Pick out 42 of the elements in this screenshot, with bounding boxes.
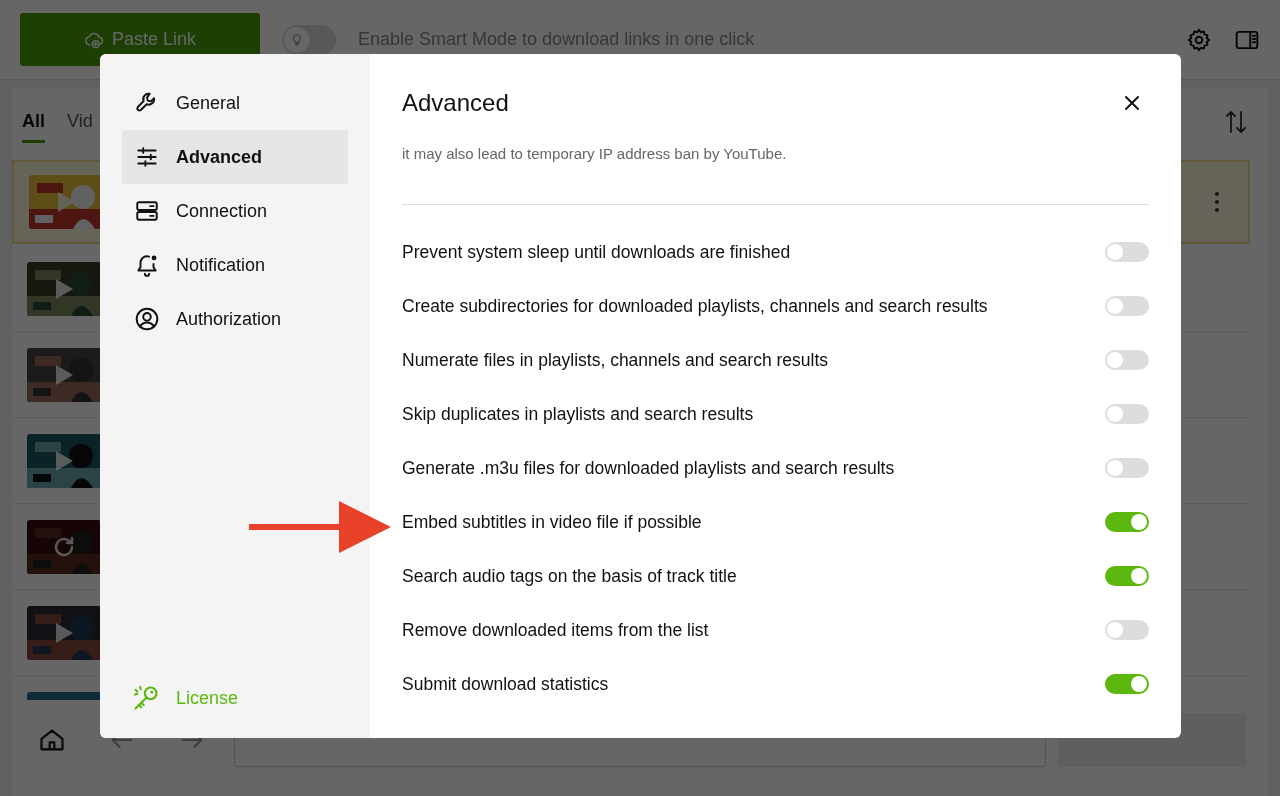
sort-icon[interactable] [1224, 109, 1248, 135]
settings-nav-item[interactable]: Connection [122, 184, 348, 238]
dialog-title: Advanced [402, 89, 509, 117]
user-circle-icon [134, 306, 160, 332]
toggle-switch[interactable] [1105, 458, 1149, 478]
option-label: Submit download statistics [402, 673, 609, 695]
toggle-switch[interactable] [1105, 242, 1149, 262]
settings-icon[interactable] [1186, 26, 1212, 53]
smart-mode-toggle[interactable] [282, 24, 336, 55]
tab[interactable]: All [22, 101, 45, 143]
play-icon[interactable] [54, 363, 74, 386]
bell-icon [134, 252, 160, 278]
settings-nav-item[interactable]: Notification [122, 238, 348, 292]
toggle-switch[interactable] [1105, 350, 1149, 370]
sliders-icon [134, 144, 160, 170]
option-label: Prevent system sleep until downloads are finished [402, 241, 791, 263]
more-icon[interactable] [1214, 190, 1220, 214]
option-label: Skip duplicates in playlists and search results [402, 403, 754, 425]
toggle-switch[interactable] [1105, 674, 1149, 694]
lightbulb-icon [290, 32, 304, 47]
play-icon[interactable] [56, 191, 76, 213]
toggle-switch[interactable] [1105, 404, 1149, 424]
toggle-switch[interactable] [1105, 296, 1149, 316]
play-icon[interactable] [54, 449, 74, 472]
settings-nav-item[interactable]: Advanced [122, 130, 348, 184]
option-label: Numerate files in playlists, channels and search results [402, 349, 829, 371]
option-label: Remove downloaded items from the list [402, 619, 709, 641]
key-icon [132, 684, 160, 712]
play-icon[interactable] [54, 277, 74, 300]
toggle-switch[interactable] [1105, 512, 1149, 532]
refresh-icon [52, 534, 76, 559]
toggle-switch[interactable] [1105, 620, 1149, 640]
settings-nav-item[interactable]: Authorization [122, 292, 348, 346]
option-label: Generate .m3u files for downloaded playlists and search results [402, 457, 895, 479]
option-label: Embed subtitles in video file if possible [402, 511, 702, 533]
option-label: Create subdirectories for downloaded playlists, channels and search results [402, 295, 988, 317]
close-icon[interactable] [1123, 94, 1141, 112]
play-icon[interactable] [54, 621, 74, 644]
server-icon [134, 198, 160, 224]
option-label: Search audio tags on the basis of track title [402, 565, 737, 587]
toggle-switch[interactable] [1105, 566, 1149, 586]
settings-nav-item[interactable]: General [122, 76, 348, 130]
